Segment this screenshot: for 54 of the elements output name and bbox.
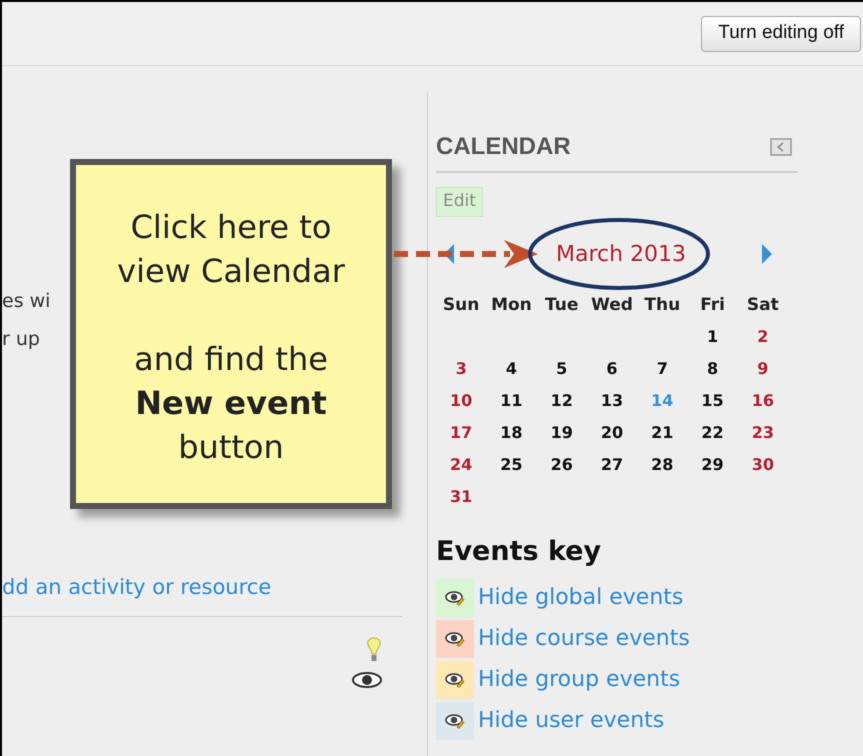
calendar-day[interactable]: 17 <box>436 417 486 449</box>
events-key-title: Events key <box>436 535 602 569</box>
callout-text: Click here to <box>130 207 332 248</box>
calendar-day[interactable]: 10 <box>436 385 486 417</box>
calendar-day[interactable]: 25 <box>486 449 537 481</box>
callout-text: New event <box>135 383 327 424</box>
calendar-day[interactable]: 26 <box>536 449 587 481</box>
callout-text: and find the <box>134 339 328 380</box>
calendar-day[interactable]: 3 <box>436 353 486 385</box>
weekday-label: Thu <box>643 294 682 317</box>
lightbulb-icon[interactable] <box>366 636 382 662</box>
weekday-label: Sun <box>442 294 480 317</box>
eye-pencil-icon <box>445 590 465 606</box>
weekday-label: Sat <box>746 294 780 317</box>
next-month-icon[interactable] <box>760 243 774 265</box>
calendar-day[interactable]: 16 <box>738 385 788 417</box>
calendar-day[interactable]: 6 <box>586 353 638 385</box>
callout-text: view Calendar <box>117 251 345 292</box>
eye-pencil-icon <box>445 712 465 728</box>
calendar-day[interactable]: 2 <box>738 321 788 353</box>
calendar-day[interactable]: 5 <box>536 353 587 385</box>
eye-pencil-icon <box>445 672 465 688</box>
calendar-day[interactable]: 21 <box>637 417 688 449</box>
calendar-day[interactable]: 29 <box>687 449 738 481</box>
calendar-day[interactable]: 22 <box>687 417 738 449</box>
calendar-day[interactable]: 31 <box>436 481 486 513</box>
calendar-day[interactable]: 30 <box>738 449 788 481</box>
calendar-day[interactable]: 18 <box>486 417 537 449</box>
calendar-day[interactable]: 9 <box>738 353 788 385</box>
weekday-label: Mon <box>490 294 533 317</box>
calendar-day[interactable]: 28 <box>637 449 688 481</box>
weekday-label: Fri <box>699 294 726 317</box>
calendar-day[interactable]: 24 <box>436 449 486 481</box>
calendar-day[interactable]: 13 <box>586 385 638 417</box>
calendar-day[interactable]: 4 <box>486 353 537 385</box>
eye-pencil-icon <box>445 630 465 646</box>
callout-text: button <box>178 427 284 468</box>
calendar-day[interactable]: 20 <box>586 417 638 449</box>
calendar-day[interactable]: 8 <box>687 353 738 385</box>
calendar-day[interactable]: 1 <box>687 321 738 353</box>
text-fragment: es wi <box>2 289 52 314</box>
calendar-day[interactable]: 7 <box>637 353 688 385</box>
weekday-label: Wed <box>590 294 634 317</box>
calendar-title: CALENDAR <box>436 132 571 162</box>
calendar-day[interactable]: 23 <box>738 417 788 449</box>
dock-icon[interactable] <box>770 138 792 156</box>
calendar-day[interactable]: 11 <box>486 385 537 417</box>
calendar-day[interactable]: 19 <box>536 417 587 449</box>
calendar-day[interactable]: 27 <box>586 449 638 481</box>
calendar-day[interactable]: 15 <box>687 385 738 417</box>
turn-editing-off-button[interactable]: Turn editing off <box>701 16 861 52</box>
weekday-label: Tue <box>544 294 580 317</box>
eye-icon[interactable] <box>352 670 382 688</box>
calendar-day[interactable]: 12 <box>536 385 587 417</box>
